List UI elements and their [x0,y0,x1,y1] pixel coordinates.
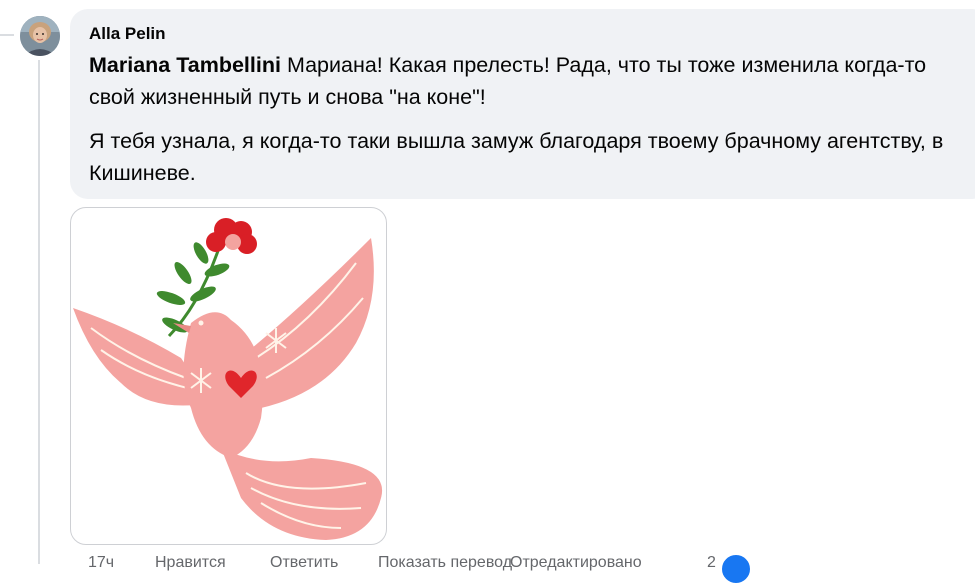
mention-link[interactable]: Mariana Tambellini [89,53,281,77]
translate-button[interactable]: Показать перевод [378,554,512,572]
comment-time[interactable]: 17ч [88,554,114,572]
dove-with-flower-icon [73,218,383,540]
comment-paragraph-2: Я тебя узнала, я когда-то таки вышла зам… [89,129,944,185]
avatar[interactable] [20,16,60,56]
like-reaction-icon[interactable] [720,553,752,585]
comment-body: Mariana Tambellini Мариана! Какая прелес… [89,49,969,201]
comment-paragraph-1: Mariana Tambellini Мариана! Какая прелес… [89,49,969,113]
like-button[interactable]: Нравится [155,554,226,572]
reaction-count[interactable]: 2 [707,554,716,572]
reply-button[interactable]: Ответить [270,554,338,572]
edited-label[interactable]: Отредактировано [510,554,642,572]
sticker-attachment[interactable] [70,207,387,545]
comment-author[interactable]: Alla Pelin [89,24,166,44]
comment-bubble: Alla Pelin Mariana Tambellini Мариана! К… [70,9,975,199]
avatar-photo-icon [20,16,60,56]
reply-connector [0,34,14,36]
thread-line [38,60,40,564]
